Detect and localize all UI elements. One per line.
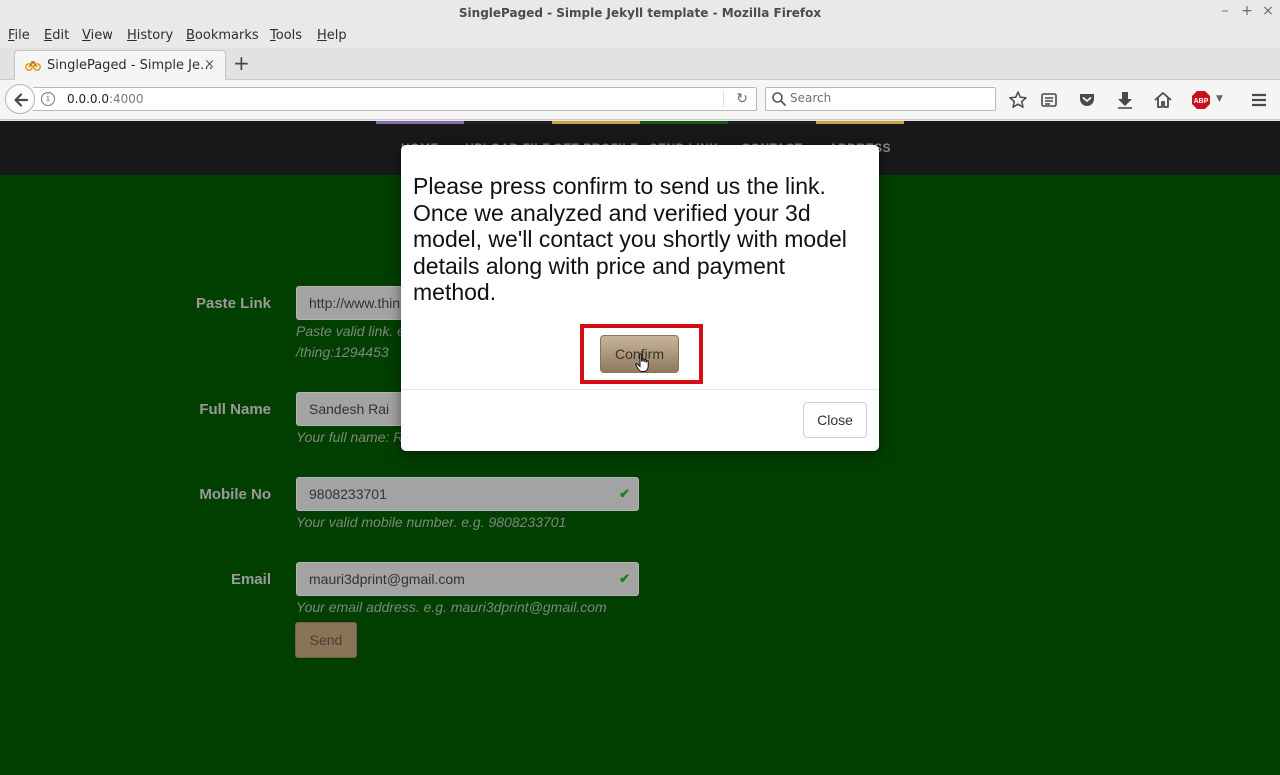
search-box[interactable] bbox=[765, 87, 996, 111]
site-info-icon[interactable]: i bbox=[41, 92, 55, 106]
url-port: :4000 bbox=[108, 92, 144, 106]
url-bar[interactable]: i 0.0.0.0:4000 ↻ bbox=[33, 87, 757, 111]
menu-bookmarks[interactable]: Bookmarks bbox=[186, 28, 259, 43]
tab-close-icon[interactable]: × bbox=[204, 57, 215, 72]
url-host: 0.0.0.0 bbox=[67, 92, 109, 106]
modal-footer-divider bbox=[401, 389, 879, 390]
menu-history[interactable]: History bbox=[127, 28, 173, 43]
minimize-button[interactable]: – bbox=[1216, 3, 1234, 19]
menu-edit[interactable]: Edit bbox=[44, 28, 69, 43]
adblock-plus-button[interactable]: ABP ▼ bbox=[1190, 89, 1230, 111]
back-arrow-icon bbox=[14, 93, 29, 107]
home-icon[interactable] bbox=[1152, 89, 1174, 111]
search-icon bbox=[772, 92, 786, 106]
hamburger-menu-icon[interactable] bbox=[1248, 89, 1270, 111]
url-bar-divider bbox=[723, 91, 724, 107]
reload-icon[interactable]: ↻ bbox=[736, 91, 748, 107]
menu-view[interactable]: View bbox=[82, 28, 113, 43]
maximize-button[interactable]: + bbox=[1238, 3, 1256, 19]
menu-bar: File Edit View History Bookmarks Tools H… bbox=[0, 26, 1280, 48]
back-button[interactable] bbox=[5, 84, 35, 114]
navigation-toolbar: i 0.0.0.0:4000 ↻ ABP ▼ bbox=[0, 80, 1280, 120]
close-button[interactable]: Close bbox=[803, 402, 867, 438]
pocket-icon[interactable] bbox=[1076, 89, 1098, 111]
tab-bar: SinglePaged - Simple Je… × bbox=[0, 48, 1280, 80]
new-tab-icon[interactable]: + bbox=[233, 53, 250, 73]
modal-message: Please press confirm to send us the link… bbox=[413, 173, 847, 305]
adblock-dropdown-icon[interactable]: ▼ bbox=[1216, 89, 1223, 109]
window-title: SinglePaged - Simple Jekyll template - M… bbox=[458, 6, 822, 20]
search-input[interactable] bbox=[790, 91, 980, 105]
confirm-modal: Please press confirm to send us the link… bbox=[401, 145, 879, 451]
window-titlebar: SinglePaged - Simple Jekyll template - M… bbox=[0, 0, 1280, 26]
menu-file[interactable]: File bbox=[8, 28, 30, 43]
menu-tools[interactable]: Tools bbox=[270, 28, 302, 43]
hand-cursor-icon bbox=[635, 353, 649, 372]
bookmark-star-icon[interactable] bbox=[1007, 89, 1029, 111]
tab-title: SinglePaged - Simple Je… bbox=[47, 58, 213, 73]
adblock-plus-icon: ABP bbox=[1192, 91, 1210, 109]
close-window-button[interactable]: × bbox=[1259, 3, 1277, 19]
site-favicon-icon bbox=[25, 60, 41, 71]
browser-tab[interactable]: SinglePaged - Simple Je… × bbox=[14, 50, 226, 80]
reading-list-icon[interactable] bbox=[1038, 89, 1060, 111]
menu-help[interactable]: Help bbox=[317, 28, 347, 43]
adblock-label: ABP bbox=[1194, 98, 1209, 105]
url-text[interactable]: 0.0.0.0:4000 bbox=[67, 92, 144, 106]
downloads-icon[interactable] bbox=[1114, 89, 1136, 111]
web-page: HOME UPLOAD FILE GET PROFILE SEND LINK C… bbox=[0, 121, 1280, 775]
